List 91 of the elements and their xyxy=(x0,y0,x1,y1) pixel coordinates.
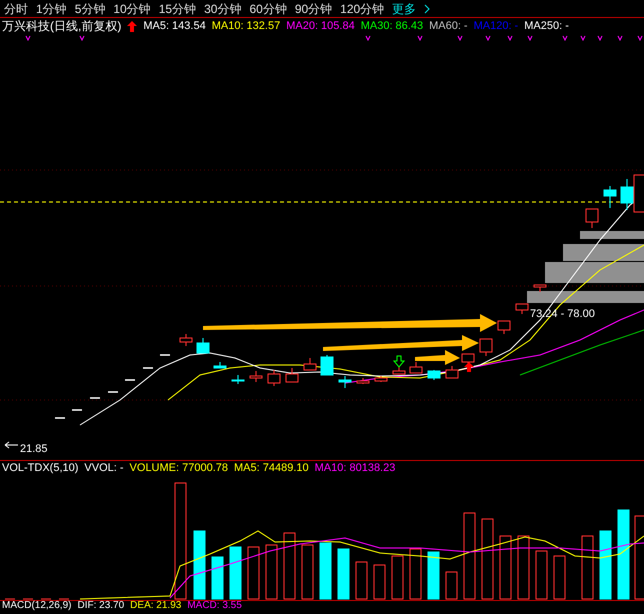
marker-icon xyxy=(418,36,422,42)
volume-bar xyxy=(320,542,332,600)
indicator-value: MA5: 74489.10 xyxy=(234,461,309,476)
candle xyxy=(410,362,422,374)
volume-bar xyxy=(302,544,314,600)
marker-icon xyxy=(580,36,586,42)
candle xyxy=(620,178,634,210)
left-arrow-icon xyxy=(4,442,18,448)
period-tab[interactable]: 分时 xyxy=(4,0,28,18)
candle xyxy=(516,304,528,314)
indicator-value: DIF: 23.70 xyxy=(77,600,124,610)
marker-icon xyxy=(366,36,370,42)
candle xyxy=(498,320,510,334)
candle xyxy=(534,284,546,292)
candle xyxy=(286,368,298,382)
volume-bar xyxy=(554,556,566,600)
volume-bar xyxy=(248,546,260,600)
indicator-title: VOL-TDX(5,10) xyxy=(2,461,78,476)
volume-bar xyxy=(582,536,594,600)
marker-icon xyxy=(486,36,490,42)
candle xyxy=(250,370,262,382)
indicator-value: MA10: 80138.23 xyxy=(314,461,396,476)
candle xyxy=(480,338,492,356)
candle xyxy=(180,334,192,346)
volume-bar xyxy=(410,548,422,600)
up-arrow-icon xyxy=(127,20,138,32)
marker-icon xyxy=(80,36,84,42)
indicator-value: MA250: - xyxy=(524,18,569,34)
candle xyxy=(586,208,598,228)
marker-icon xyxy=(562,36,568,42)
volume-bar xyxy=(212,556,224,600)
marker-icon xyxy=(26,36,30,42)
indicator-value: MACD: 3.55 xyxy=(187,600,242,610)
volume-bar xyxy=(374,564,386,600)
chevron-right-icon xyxy=(424,4,430,14)
more-link[interactable]: 更多 xyxy=(392,0,416,18)
candle xyxy=(356,378,370,384)
volume-bar xyxy=(392,556,404,600)
period-tab[interactable]: 15分钟 xyxy=(158,0,196,18)
candle xyxy=(268,370,280,386)
candle xyxy=(462,354,474,366)
indicator-value: MA20: 105.84 xyxy=(286,18,355,34)
up-arrow-icon xyxy=(464,362,474,372)
indicator-value: MA10: 132.57 xyxy=(212,18,280,34)
candle xyxy=(374,376,388,382)
indicator-value: MA120: - xyxy=(474,18,518,34)
marker-icon xyxy=(508,36,512,42)
volume-bar xyxy=(446,572,458,600)
candle xyxy=(232,374,244,384)
period-tab[interactable]: 30分钟 xyxy=(204,0,242,18)
volume-bar xyxy=(284,532,296,600)
low-price-label: 21.85 xyxy=(20,443,48,455)
period-tab[interactable]: 5分钟 xyxy=(74,0,106,18)
volume-bar xyxy=(266,544,278,600)
candle xyxy=(392,366,406,374)
period-tab[interactable]: 90分钟 xyxy=(294,0,332,18)
period-tab[interactable]: 10分钟 xyxy=(113,0,151,18)
candle xyxy=(604,186,616,208)
volume-bar xyxy=(338,548,350,600)
indicator-value: MA30: 86.43 xyxy=(360,18,424,34)
marker-icon xyxy=(458,36,462,42)
marker-icon xyxy=(638,36,642,42)
indicator-title: MACD(12,26,9) xyxy=(2,600,72,610)
period-tab[interactable]: 1分钟 xyxy=(36,0,67,18)
candle xyxy=(304,358,316,370)
candle xyxy=(338,376,352,388)
marker-icon xyxy=(618,36,622,42)
volume-bar xyxy=(500,536,512,600)
indicator-value: DEA: 21.93 xyxy=(130,600,182,610)
marker-icon xyxy=(528,36,532,42)
candle xyxy=(446,366,458,378)
period-tab[interactable]: 60分钟 xyxy=(249,0,287,18)
volume-bar xyxy=(428,552,440,600)
candle xyxy=(428,370,440,380)
indicator-value: VOLUME: 77000.78 xyxy=(130,461,228,476)
period-tab[interactable]: 120分钟 xyxy=(340,0,384,18)
volume-bar xyxy=(230,546,242,600)
volume-bar xyxy=(536,550,548,600)
chart-title: 万兴科技(日线,前复权) xyxy=(2,18,122,35)
candle xyxy=(214,362,226,368)
indicator-value: MA5: 143.54 xyxy=(143,18,206,34)
candle xyxy=(320,354,334,376)
marker-icon xyxy=(598,36,602,42)
volume-bar xyxy=(518,536,530,600)
candle xyxy=(196,338,210,354)
indicator-value: VVOL: - xyxy=(84,461,124,476)
volume-bar xyxy=(600,530,612,600)
volume-bar xyxy=(194,530,206,600)
down-arrow-icon xyxy=(392,356,406,368)
volume-bar xyxy=(356,562,368,600)
indicator-value: MA60: - xyxy=(429,18,468,34)
